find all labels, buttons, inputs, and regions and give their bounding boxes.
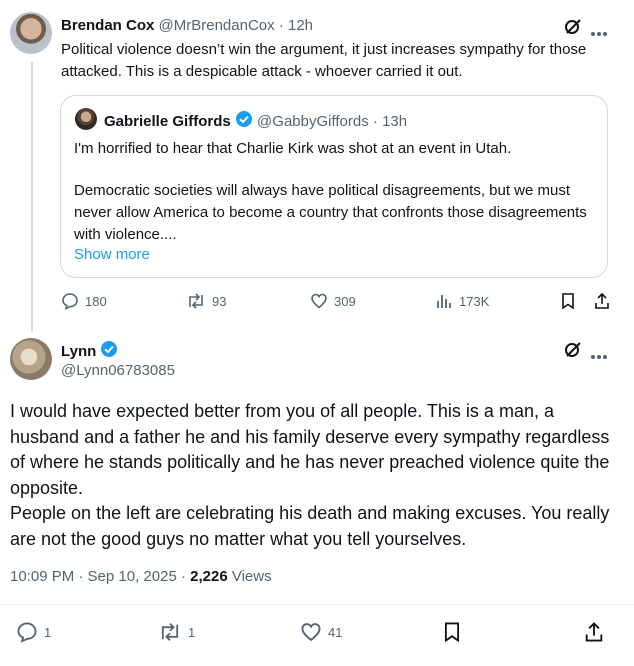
like-icon [300, 621, 322, 643]
like-button[interactable]: 41 [300, 621, 342, 643]
post-timestamp[interactable]: 10:09 PM · Sep 10, 2025 · [10, 568, 190, 585]
thread-connector [31, 62, 33, 332]
repost-count: 1 [188, 624, 196, 640]
author-name[interactable]: Lynn [61, 343, 96, 360]
views-count: 173K [459, 293, 490, 309]
views-count: 2,226 [190, 568, 228, 585]
quote-author-handle: @GabbyGiffords [257, 112, 369, 130]
repost-button[interactable]: 1 [158, 621, 195, 643]
verified-badge-icon [235, 110, 253, 134]
post-text: I would have expected better from you of… [10, 401, 610, 549]
separator: · [372, 112, 378, 130]
grok-icon[interactable] [563, 339, 583, 364]
author-name[interactable]: Brendan Cox [61, 17, 154, 34]
post-time[interactable]: 12h [288, 17, 313, 34]
like-count: 309 [334, 293, 356, 309]
reply-count: 1 [44, 624, 52, 640]
quoted-post[interactable]: Gabrielle Giffords @GabbyGiffords · 13h … [60, 95, 608, 278]
views-icon [435, 292, 453, 310]
grok-icon[interactable] [563, 16, 583, 41]
post-text: Political violence doesn’t win the argum… [61, 41, 587, 80]
reply-button[interactable]: 180 [61, 292, 107, 310]
quote-text-para2: Democratic societies will always have po… [74, 182, 587, 243]
repost-icon [186, 292, 206, 310]
repost-count: 93 [212, 293, 227, 309]
quote-text-line1: I'm horrified to hear that Charlie Kirk … [74, 140, 512, 157]
bookmark-icon[interactable] [442, 621, 462, 648]
author-handle[interactable]: @Lynn06783085 [61, 361, 175, 381]
like-icon [310, 292, 328, 310]
repost-button[interactable]: 93 [186, 292, 226, 310]
reply-button[interactable]: 1 [16, 621, 51, 643]
views-label: Views [227, 568, 272, 585]
avatar-gabrielle-giffords [75, 108, 97, 130]
avatar-brendan-cox[interactable] [10, 12, 52, 54]
author-handle[interactable]: @MrBrendanCox [159, 17, 275, 34]
reply-icon [16, 621, 38, 643]
show-more-link[interactable]: Show more [74, 244, 150, 266]
views-button[interactable]: 173K [435, 292, 489, 310]
like-button[interactable]: 309 [310, 292, 356, 310]
separator: · [278, 17, 284, 34]
reply-count: 180 [85, 293, 107, 309]
avatar-lynn[interactable] [10, 338, 52, 380]
more-icon[interactable] [590, 347, 608, 365]
share-icon[interactable] [583, 621, 605, 648]
share-icon[interactable] [593, 292, 611, 315]
divider [0, 604, 634, 605]
quote-post-time: 13h [382, 112, 408, 130]
quote-author-name: Gabrielle Giffords [104, 112, 231, 130]
bookmark-icon[interactable] [560, 292, 576, 315]
repost-icon [158, 621, 182, 643]
like-count: 41 [328, 624, 343, 640]
reply-icon [61, 292, 79, 310]
